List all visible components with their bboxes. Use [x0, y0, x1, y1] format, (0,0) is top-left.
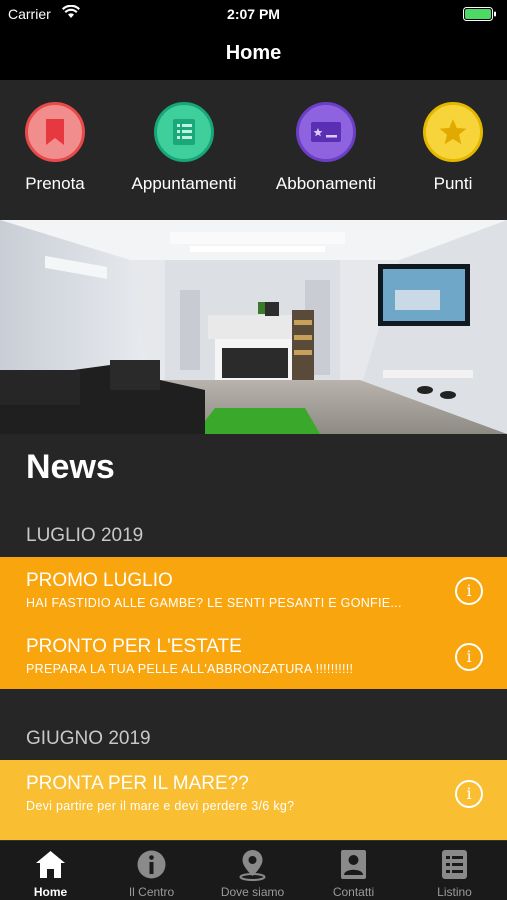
news-section-giugno: PRONTA PER IL MARE?? Devi partire per il… — [0, 760, 507, 840]
tab-label: Home — [33, 885, 68, 899]
hero-image — [0, 220, 507, 434]
quick-action-label: Punti — [433, 174, 473, 193]
status-bar: Carrier 2:07 PM — [0, 0, 507, 28]
news-item[interactable]: PRONTO PER L'ESTATE PREPARA LA TUA PELLE… — [0, 623, 507, 689]
tab-label: Dove siamo — [220, 885, 285, 899]
info-icon[interactable]: i — [455, 780, 483, 808]
section-header: GIUGNO 2019 — [26, 728, 151, 749]
star-icon — [423, 102, 483, 162]
news-item-title: PRONTO PER L'ESTATE — [26, 636, 242, 657]
quick-action-label: Appuntamenti — [131, 174, 237, 193]
battery-icon — [463, 7, 496, 21]
quick-action-abbonamenti[interactable]: Abbonamenti — [261, 102, 391, 194]
tab-label: Contatti — [332, 885, 375, 899]
tab-dove-siamo[interactable]: Dove siamo — [202, 841, 303, 900]
bookmark-icon — [25, 102, 85, 162]
clock: 2:07 PM — [227, 6, 280, 22]
news-heading: News — [26, 448, 115, 486]
news-item-subtitle: Devi partire per il mare e devi perdere … — [26, 799, 295, 813]
tab-contatti[interactable]: Contatti — [303, 841, 404, 900]
tab-listino[interactable]: Listino — [404, 841, 505, 900]
news-item[interactable]: PROMO LUGLIO HAI FASTIDIO ALLE GAMBE? LE… — [0, 557, 507, 623]
quick-action-appuntamenti[interactable]: Appuntamenti — [119, 102, 249, 194]
quick-action-label: Abbonamenti — [275, 174, 377, 193]
tab-label: Il Centro — [128, 885, 175, 899]
news-item-title: PRONTA PER IL MARE?? — [26, 773, 249, 794]
section-header: LUGLIO 2019 — [26, 525, 144, 546]
list-icon — [154, 102, 214, 162]
quick-action-punti[interactable]: Punti — [388, 102, 507, 194]
price-list-icon — [442, 850, 467, 879]
ticket-icon — [296, 102, 356, 162]
news-item-subtitle: HAI FASTIDIO ALLE GAMBE? LE SENTI PESANT… — [26, 596, 402, 610]
map-pin-icon — [239, 850, 266, 881]
tab-label: Listino — [437, 885, 472, 899]
contact-icon — [341, 850, 366, 879]
news-item-title: PROMO LUGLIO — [26, 570, 173, 591]
info-icon — [137, 850, 166, 879]
tab-bar: Home Il Centro Dove siamo Contatti Listi… — [0, 840, 507, 900]
quick-actions: Prenota Appuntamenti Abbonamenti Punti — [0, 80, 507, 220]
news-item[interactable]: PRONTA PER IL MARE?? Devi partire per il… — [0, 760, 507, 826]
home-icon — [36, 851, 65, 878]
tab-home[interactable]: Home — [0, 841, 101, 900]
tab-il-centro[interactable]: Il Centro — [101, 841, 202, 900]
navigation-bar: Home — [0, 28, 507, 80]
info-icon[interactable]: i — [455, 577, 483, 605]
news-section-luglio: PROMO LUGLIO HAI FASTIDIO ALLE GAMBE? LE… — [0, 557, 507, 689]
news-item-subtitle: PREPARA LA TUA PELLE ALL'ABBRONZATURA !!… — [26, 662, 354, 676]
info-icon[interactable]: i — [455, 643, 483, 671]
quick-action-prenota[interactable]: Prenota — [0, 102, 120, 194]
page-title: Home — [225, 42, 282, 64]
quick-action-label: Prenota — [25, 174, 85, 193]
